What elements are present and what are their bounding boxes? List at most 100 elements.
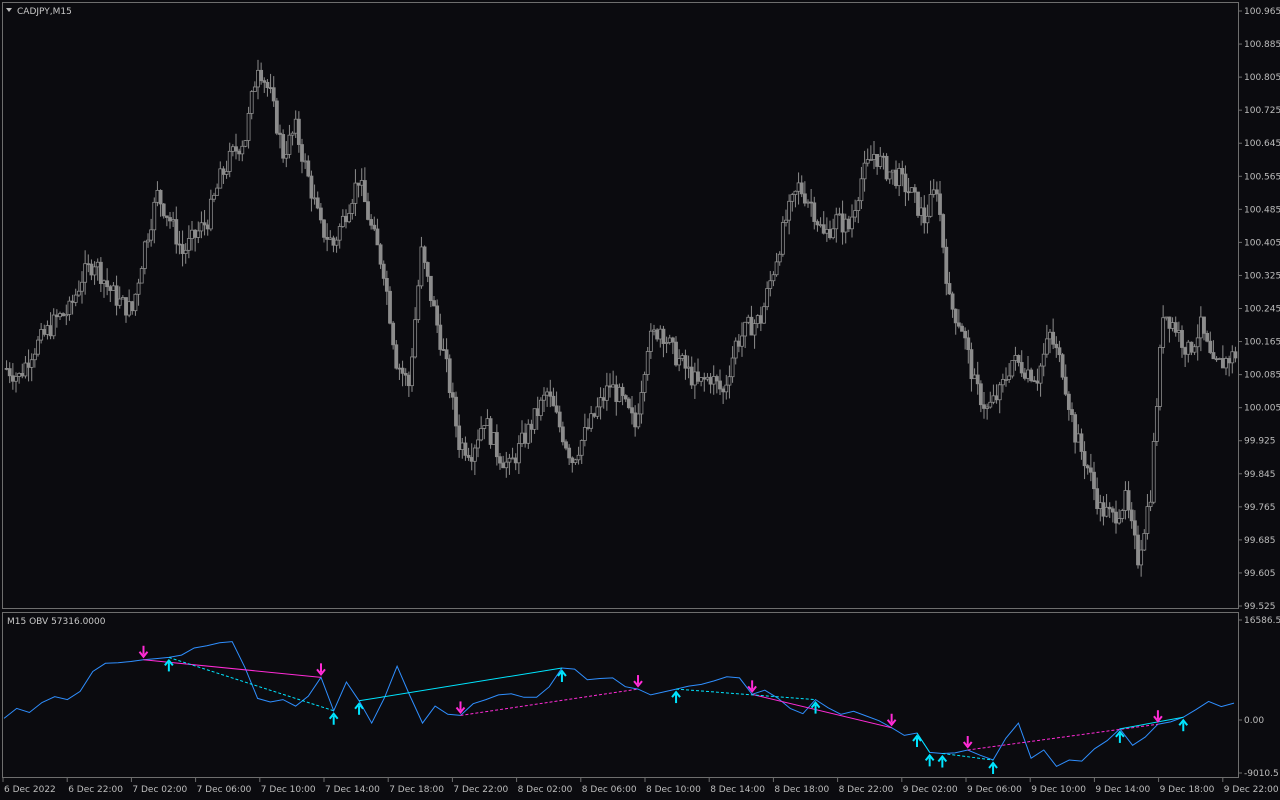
price-tick-label: 99.845 [1244,470,1276,480]
candle-bull [1076,433,1081,443]
candle-bull [752,323,757,336]
candle-bear [941,214,946,248]
candle-bull [186,238,191,251]
candle-bear [378,244,383,265]
price-tick-label: 100.565 [1244,172,1280,182]
candle-bull [117,298,122,306]
price-tick-label: 100.405 [1244,238,1280,248]
candle-bear [237,150,242,155]
candle-bull [252,86,257,92]
candle-bull [617,386,622,402]
candle-bear [1208,340,1213,353]
candle-bull [856,200,861,211]
candle-bear [130,301,135,312]
candle-bull [142,241,147,269]
candle-bear [205,224,210,230]
candle-bear [98,261,103,284]
candle-bull [215,187,220,196]
candle-bear [953,308,958,324]
candle-bear [1233,351,1238,359]
candle-bull [51,314,56,337]
candle-bull [1151,440,1156,503]
candle-bear [1205,332,1210,342]
candle-bull [598,397,603,408]
candle-bear [1032,380,1037,383]
time-tick-label: 7 Dec 14:00 [325,785,380,795]
candle-bull [1104,506,1109,517]
candle-bull [1224,358,1228,369]
candle-bear [114,285,119,306]
candle-bear [300,144,304,162]
candle-bear [708,376,713,385]
candle-bull [925,215,930,224]
candle-bull [658,328,663,340]
price-tick-label: 100.485 [1244,205,1280,215]
candle-bull [853,210,858,218]
candle-bear [749,316,754,336]
candle-bear [1110,508,1115,513]
candle-bear [994,395,999,401]
candle-bull [1139,549,1144,566]
price-tick-label: 99.525 [1244,602,1276,612]
candle-bull [246,113,251,141]
candle-bear [960,325,964,332]
time-tick-label: 7 Dec 02:00 [132,785,187,795]
candle-bear [454,396,458,427]
candle-bear [714,376,719,382]
candle-bull [771,274,776,282]
price-tick-label: 100.085 [1244,371,1280,381]
candle-bull [1145,506,1150,534]
candle-bear [626,398,631,409]
candle-bull [410,356,414,387]
candle-bear [108,286,113,291]
candle-bull [359,180,364,186]
candle-bear [498,456,502,464]
candle-bull [652,329,656,332]
candle-bull [183,249,188,254]
candle-bull [23,362,28,377]
time-tick-label: 7 Dec 22:00 [453,785,508,795]
candle-bear [670,337,675,343]
candle-bear [975,374,980,385]
candle-bull [755,315,760,324]
candle-bear [608,385,612,388]
candle-bear [488,418,493,445]
candle-bear [281,134,286,159]
candle-bull [208,198,213,230]
candle-bear [444,349,449,360]
candle-bull [1161,317,1166,348]
time-tick-label: 8 Dec 02:00 [518,785,573,795]
candle-bear [422,246,427,263]
candle-bull [240,145,245,155]
candle-bear [362,180,367,203]
candle-bear [809,201,814,204]
candle-bear [26,362,31,368]
candle-bear [1079,433,1084,452]
candle-bear [42,329,47,335]
candle-bull [1158,347,1162,407]
candle-bull [1176,330,1181,333]
candle-bull [604,385,609,401]
candle-bull [648,330,653,352]
candle-bull [479,428,484,441]
candle-bear [372,224,377,230]
candle-bull [872,153,876,160]
candle-bear [1063,376,1068,395]
candle-bull [1000,379,1005,386]
candle-bear [564,441,568,449]
candle-bull [76,290,81,296]
candle-bull [14,376,18,382]
candle-bull [293,118,298,134]
candle-bear [164,215,169,218]
candle-bear [494,432,499,458]
candle-bear [551,395,556,407]
candle-bull [1186,341,1191,355]
candle-bear [7,368,12,377]
candle-bear [950,293,955,310]
candle-bull [32,353,37,361]
candle-bull [419,246,424,287]
candle-bull [733,340,738,359]
candle-bull [762,306,766,324]
candle-bear [560,426,565,443]
candle-bear [1173,322,1178,333]
